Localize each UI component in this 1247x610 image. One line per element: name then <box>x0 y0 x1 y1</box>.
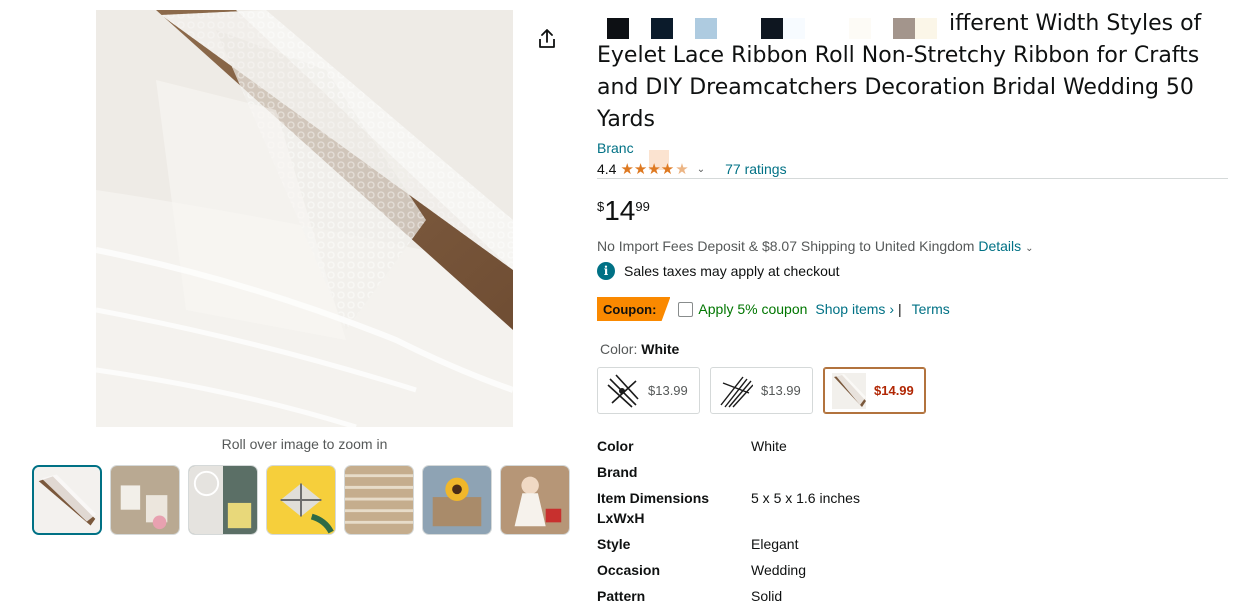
product-title-rest: Eyelet Lace Ribbon Roll Non-Stretchy Rib… <box>597 43 1200 132</box>
spec-row: Occasion Wedding <box>597 560 1228 580</box>
thumbnail-doll-dress[interactable] <box>500 465 570 535</box>
ratings-count-link[interactable]: 77 ratings <box>725 161 786 177</box>
product-specs: Color White Brand Item Dimensions LxWxH … <box>597 436 1228 610</box>
spec-row: Pattern Solid <box>597 586 1228 606</box>
rating-value: 4.4 <box>597 161 617 177</box>
spec-key: Color <box>597 438 634 454</box>
share-button[interactable] <box>532 24 562 54</box>
thumbnail-sunflower-jars[interactable] <box>422 465 492 535</box>
spec-row: Color White <box>597 436 1228 456</box>
coupon-apply-text[interactable]: Apply 5% coupon <box>698 301 807 317</box>
coupon-checkbox[interactable] <box>678 301 694 317</box>
spec-row: Style Elegant <box>597 534 1228 554</box>
tax-notice: i Sales taxes may apply at checkout <box>597 262 840 280</box>
redacted-title-segment <box>607 18 937 39</box>
coupon-row: Coupon: Apply 5% coupon Shop items › | T… <box>597 297 950 321</box>
swatch-price: $13.99 <box>648 383 688 398</box>
brand-link[interactable]: Branc <box>597 140 634 156</box>
info-icon: i <box>597 262 615 280</box>
color-label: Color: White <box>600 341 679 357</box>
swatch-option-1[interactable]: $13.99 <box>597 367 700 414</box>
spec-key: Style <box>597 536 631 552</box>
shipping-text: No Import Fees Deposit & $8.07 Shipping … <box>597 238 979 254</box>
swatch-option-2[interactable]: $13.99 <box>710 367 813 414</box>
price-whole: 14 <box>604 195 636 226</box>
chevron-down-icon[interactable]: ⌄ <box>697 164 705 175</box>
swatch-image <box>607 373 639 408</box>
coupon-badge: Coupon: <box>597 297 671 321</box>
spec-value: 5 x 5 x 1.6 inches <box>751 490 860 506</box>
price-symbol: $ <box>597 199 605 214</box>
tax-text: Sales taxes may apply at checkout <box>624 263 840 279</box>
color-label-text: Color: <box>600 341 642 357</box>
spec-row: Item Dimensions LxWxH 5 x 5 x 1.6 inches <box>597 488 1228 528</box>
swatch-image <box>720 376 753 407</box>
swatch-option-3-selected[interactable]: $14.99 <box>823 367 926 414</box>
thumbnail-lace-samples[interactable] <box>344 465 414 535</box>
zoom-hint: Roll over image to zoom in <box>221 436 388 452</box>
terms-link[interactable]: Terms <box>912 301 950 317</box>
chevron-down-icon[interactable]: ⌄ <box>1025 243 1033 254</box>
spec-key: Brand <box>597 464 638 480</box>
spec-value: Wedding <box>751 562 807 578</box>
swatch-price: $14.99 <box>874 383 914 398</box>
main-product-image[interactable] <box>96 10 513 427</box>
thumbnail-gift-box[interactable] <box>266 465 336 535</box>
thumbnail-lace-packaging[interactable] <box>110 465 180 535</box>
spec-row: Brand <box>597 462 1228 482</box>
spec-key: Occasion <box>597 562 661 578</box>
shipping-info: No Import Fees Deposit & $8.07 Shipping … <box>597 238 1034 254</box>
spec-value: Elegant <box>751 536 799 552</box>
divider <box>597 178 1228 179</box>
shop-items-link[interactable]: Shop items › <box>815 301 894 317</box>
rating-row: 4.4 ★★★★ ★ ⌄ 77 ratings <box>597 160 787 178</box>
swatch-price: $13.99 <box>761 383 801 398</box>
spec-key: Pattern <box>597 588 646 604</box>
shipping-details-link[interactable]: Details <box>978 238 1021 254</box>
swatch-image <box>832 372 866 409</box>
thumbnail-dreamcatcher[interactable] <box>188 465 258 535</box>
spec-value: White <box>751 438 787 454</box>
spec-key: Item Dimensions LxWxH <box>597 490 710 526</box>
share-icon <box>539 29 555 48</box>
thumbnail-strip <box>32 465 570 535</box>
price: $ 14 99 <box>597 196 650 226</box>
price-fraction: 99 <box>635 199 650 214</box>
thumbnail-lace-roll[interactable] <box>32 465 102 535</box>
product-title-block: ifferent Width Styles of Eyelet Lace Rib… <box>597 8 1228 136</box>
star-rating-icon[interactable]: ★★★★ ★ <box>620 160 688 178</box>
color-value: White <box>641 341 680 357</box>
separator: | <box>897 301 902 317</box>
spec-value: Solid <box>751 588 783 604</box>
color-swatches: $13.99 $13.99 $14.99 <box>597 367 926 414</box>
